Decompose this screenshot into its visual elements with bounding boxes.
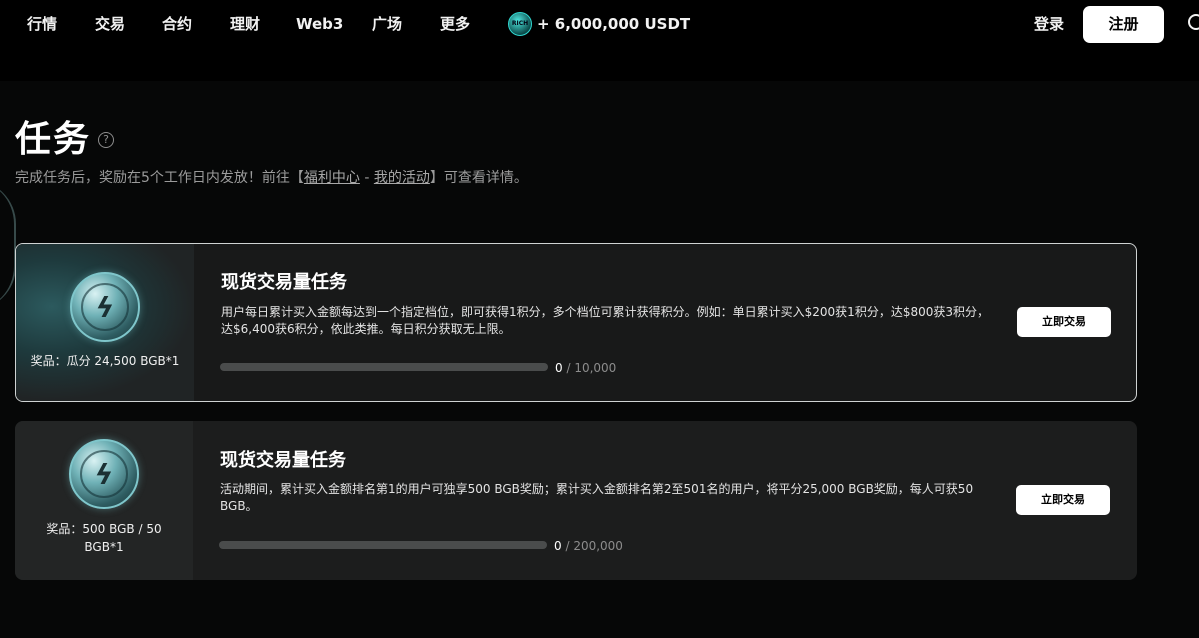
nav-item-more[interactable]: 更多 <box>440 15 470 33</box>
top-nav: 行情 交易 合约 理财 Web3 广场 更多 RICH + 6,000,000 … <box>0 0 1199 50</box>
nav-item-market[interactable]: 行情 <box>27 15 57 33</box>
task-progress-bar <box>219 541 547 549</box>
task-progress-text: 0 / 200,000 <box>554 539 623 553</box>
reward-panel: ϟ 奖品：500 BGB / 50 BGB*1 <box>15 421 193 580</box>
trade-now-button[interactable]: 立即交易 <box>1017 307 1111 337</box>
subtitle-separator: - <box>359 170 374 186</box>
nav-item-square[interactable]: 广场 <box>372 15 402 33</box>
nav-item-web3[interactable]: Web3 <box>296 15 343 33</box>
decorative-arc <box>0 180 16 310</box>
bgb-coin-icon: ϟ <box>69 439 139 509</box>
register-button[interactable]: 注册 <box>1083 6 1164 43</box>
nav-item-futures[interactable]: 合约 <box>162 15 192 33</box>
task-description: 活动期间，累计买入金额排名第1的用户可独享500 BGB奖励；累计买入金额排名第… <box>220 482 974 513</box>
task-title: 现货交易量任务 <box>221 272 347 293</box>
trade-now-button[interactable]: 立即交易 <box>1016 485 1110 515</box>
task-progress-bar <box>220 363 548 371</box>
login-link[interactable]: 登录 <box>1034 15 1064 33</box>
task-description: 用户每日累计买入金额每达到一个指定档位，即可获得1积分，多个档位可累计获得积分。… <box>221 305 989 336</box>
welfare-center-link[interactable]: 福利中心 <box>304 170 360 186</box>
help-icon[interactable]: ? <box>98 132 114 148</box>
subtitle-prefix: 完成任务后，奖励在5个工作日内发放！前往【 <box>15 170 304 186</box>
progress-current: 0 <box>554 539 562 553</box>
promo-link[interactable]: + 6,000,000 USDT <box>537 15 690 33</box>
search-icon[interactable] <box>1188 14 1199 30</box>
promo-badge-icon[interactable]: RICH <box>508 12 532 36</box>
my-activity-link[interactable]: 我的活动 <box>374 170 430 186</box>
bgb-coin-icon: ϟ <box>70 272 140 342</box>
task-card: ϟ 奖品：500 BGB / 50 BGB*1 现货交易量任务 活动期间，累计买… <box>15 421 1137 580</box>
nav-spacer <box>0 50 1199 81</box>
nav-item-trade[interactable]: 交易 <box>95 15 125 33</box>
progress-total: / 200,000 <box>561 539 623 553</box>
progress-total: / 10,000 <box>562 361 617 375</box>
nav-item-earn[interactable]: 理财 <box>230 15 260 33</box>
reward-label: 奖品：500 BGB / 50 BGB*1 <box>46 522 162 554</box>
page-title: 任务 <box>15 119 92 160</box>
task-progress-text: 0 / 10,000 <box>555 361 616 375</box>
reward-panel: ϟ 奖品：瓜分 24,500 BGB*1 <box>16 244 194 401</box>
reward-label: 奖品：瓜分 24,500 BGB*1 <box>30 354 180 368</box>
subtitle-suffix: 】可查看详情。 <box>429 170 528 186</box>
page-subtitle: 完成任务后，奖励在5个工作日内发放！前往【福利中心 - 我的活动】可查看详情。 <box>15 169 528 187</box>
task-title: 现货交易量任务 <box>220 450 346 471</box>
task-card: ϟ 奖品：瓜分 24,500 BGB*1 现货交易量任务 用户每日累计买入金额每… <box>15 243 1137 402</box>
progress-current: 0 <box>555 361 563 375</box>
